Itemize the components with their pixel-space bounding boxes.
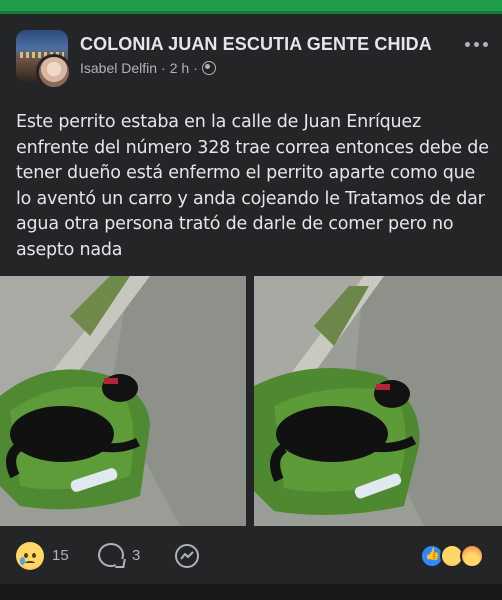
globe-icon bbox=[201, 61, 216, 75]
post-text: Este perrito estaba en la calle de Juan … bbox=[16, 112, 489, 260]
post-actions: 15 3 bbox=[0, 540, 502, 576]
post-photo-1[interactable] bbox=[0, 276, 246, 526]
dog-photo-1 bbox=[0, 276, 246, 526]
post-meta: Isabel Delfin · 2 h · bbox=[80, 60, 216, 76]
group-name[interactable]: COLONIA JUAN ESCUTIA GENTE CHIDA bbox=[80, 34, 432, 55]
comment-count[interactable]: 3 bbox=[132, 547, 140, 564]
comment-icon[interactable] bbox=[98, 543, 124, 567]
more-options-icon[interactable] bbox=[462, 36, 490, 52]
post-time[interactable]: 2 h bbox=[170, 60, 189, 76]
angry-icon bbox=[460, 544, 484, 568]
sad-reaction-icon[interactable] bbox=[16, 542, 44, 570]
messenger-icon[interactable] bbox=[174, 543, 200, 569]
post-header: COLONIA JUAN ESCUTIA GENTE CHIDA Isabel … bbox=[0, 30, 502, 100]
reaction-summary[interactable] bbox=[420, 544, 494, 570]
reaction-count[interactable]: 15 bbox=[52, 547, 69, 564]
author-avatar[interactable] bbox=[36, 54, 72, 90]
author-name[interactable]: Isabel Delfin bbox=[80, 60, 157, 76]
status-strip bbox=[0, 0, 502, 14]
dog-photo-2 bbox=[254, 276, 502, 526]
bottom-divider bbox=[0, 584, 502, 600]
post-photo-2[interactable] bbox=[254, 276, 502, 526]
meta-separator-2: · bbox=[193, 60, 198, 76]
meta-separator: · bbox=[161, 60, 166, 76]
